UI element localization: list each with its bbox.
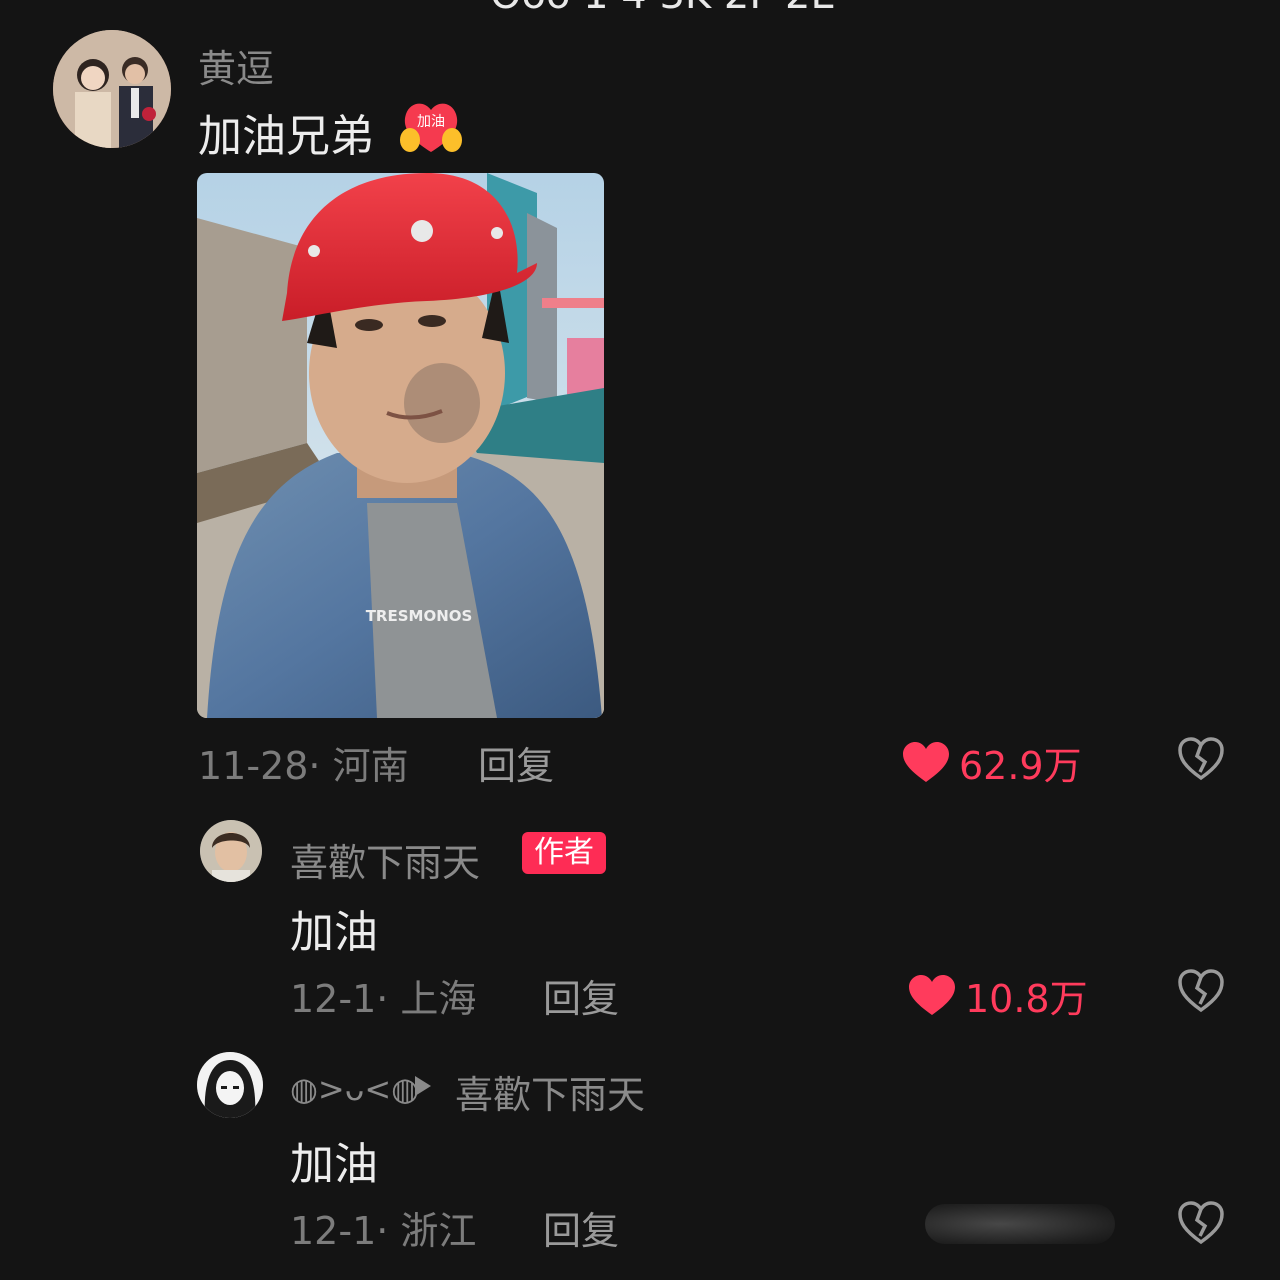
reply-username[interactable]: ◍>ᴗ<◍	[290, 1070, 419, 1108]
meta-separator: ·	[376, 1209, 401, 1253]
comment-date: 11-28	[198, 744, 309, 788]
reply-meta: 12-1· 上海	[290, 968, 476, 1023]
like-button-blurred[interactable]	[925, 1204, 1115, 1244]
dislike-icon[interactable]	[1178, 1200, 1224, 1246]
comment-username[interactable]: 黄逗	[198, 46, 274, 93]
avatar[interactable]	[53, 30, 171, 148]
reply-date: 12-1	[290, 977, 377, 1021]
dislike-icon[interactable]	[1178, 968, 1224, 1014]
emoji-label: 加油	[417, 114, 445, 130]
author-badge: 作者	[522, 832, 606, 874]
dislike-icon[interactable]	[1178, 736, 1224, 782]
heart-icon	[903, 741, 949, 782]
like-count: 10.8万	[965, 977, 1088, 1021]
like-count: 62.9万	[959, 744, 1082, 788]
meta-separator: ·	[308, 744, 333, 788]
reply-meta: 12-1· 浙江	[290, 1200, 476, 1255]
heart-icon	[909, 974, 955, 1015]
reply-arrow-icon	[415, 1076, 431, 1096]
like-button[interactable]: 10.8万	[909, 968, 1088, 1023]
header-title-fragment: Ooo 1 4 3K 2F 2E	[490, 0, 836, 18]
reply-button[interactable]: 回复	[543, 968, 619, 1023]
meta-separator: ·	[376, 977, 401, 1021]
avatar[interactable]	[197, 1052, 263, 1118]
reply-to-username[interactable]: 喜歡下雨天	[455, 1064, 645, 1119]
reply-text: 加油	[290, 1139, 378, 1190]
like-button[interactable]: 62.9万	[903, 735, 1082, 790]
avatar[interactable]	[200, 820, 262, 882]
reply-date: 12-1	[290, 1209, 377, 1253]
comment-image[interactable]: TRESMONOS	[197, 173, 604, 718]
comment-location: 河南	[332, 744, 409, 788]
reply-location: 浙江	[400, 1209, 477, 1253]
shirt-print: TRESMONOS	[366, 607, 473, 625]
reply-text: 加油	[290, 907, 378, 958]
reply-location: 上海	[400, 977, 477, 1021]
comment-meta: 11-28· 河南	[198, 735, 409, 790]
cheer-emoji-icon: 加油	[398, 96, 464, 156]
comment-text-body: 加油兄弟	[198, 111, 374, 162]
comment-text: 加油兄弟	[198, 100, 374, 164]
reply-username[interactable]: 喜歡下雨天	[290, 832, 480, 887]
reply-button[interactable]: 回复	[543, 1200, 619, 1255]
reply-button[interactable]: 回复	[478, 735, 554, 790]
